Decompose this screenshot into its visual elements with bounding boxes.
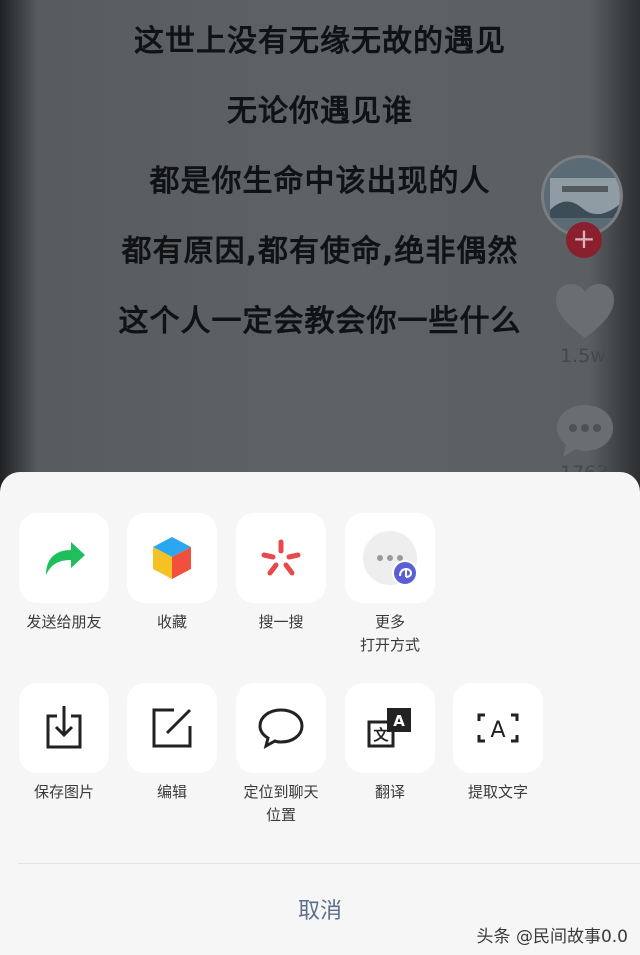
locate-in-chat-button[interactable]: [236, 683, 326, 773]
send-to-friend-button[interactable]: [19, 513, 109, 603]
svg-text:A: A: [393, 712, 405, 730]
more-open-with-icon: [363, 531, 418, 586]
translate-button[interactable]: 文 A: [345, 683, 435, 773]
more-label-line1: 更多: [374, 613, 405, 631]
follow-button[interactable]: +: [566, 222, 602, 258]
edit-button[interactable]: [127, 683, 217, 773]
favorite-button[interactable]: [127, 513, 217, 603]
edit-icon: [152, 708, 192, 748]
more-open-with-label: 更多 打开方式: [325, 611, 455, 657]
extract-text-button[interactable]: A: [453, 683, 543, 773]
extract-text-label: 提取文字: [467, 783, 528, 801]
watermark: 头条 @民间故事0.0: [476, 927, 628, 947]
lyric-line: 无论你遇见谁: [227, 94, 413, 129]
lyric-line: 都有原因,都有使命,绝非偶然: [121, 234, 519, 269]
lyric-line: 这世上没有无缘无故的遇见: [134, 24, 506, 59]
cancel-button[interactable]: 取消: [220, 890, 420, 934]
favorite-cube-icon: [153, 537, 191, 579]
download-icon: [46, 706, 82, 749]
more-open-with-button[interactable]: [345, 513, 435, 603]
extract-text-icon: A: [477, 713, 519, 743]
search-button[interactable]: [236, 513, 326, 603]
share-sheet: 发送给朋友 收藏 搜一搜 更多 打开方式 保存图片 编辑 定位到聊天 位置 文 …: [0, 472, 640, 955]
forward-arrow-icon: [46, 542, 85, 575]
search-star-icon: [261, 539, 301, 576]
svg-text:A: A: [490, 718, 505, 743]
chat-bubble-icon: [258, 708, 304, 749]
heart-icon[interactable]: [554, 282, 616, 340]
translate-icon: 文 A: [367, 708, 411, 748]
like-count: 1.5w: [560, 345, 606, 367]
locate-label-line2: 位置: [265, 806, 296, 824]
more-label-line2: 打开方式: [359, 636, 420, 654]
comment-icon[interactable]: [555, 402, 615, 460]
save-image-button[interactable]: [19, 683, 109, 773]
lyric-line: 这个人一定会教会你一些什么: [118, 304, 522, 339]
divider: [18, 863, 640, 864]
